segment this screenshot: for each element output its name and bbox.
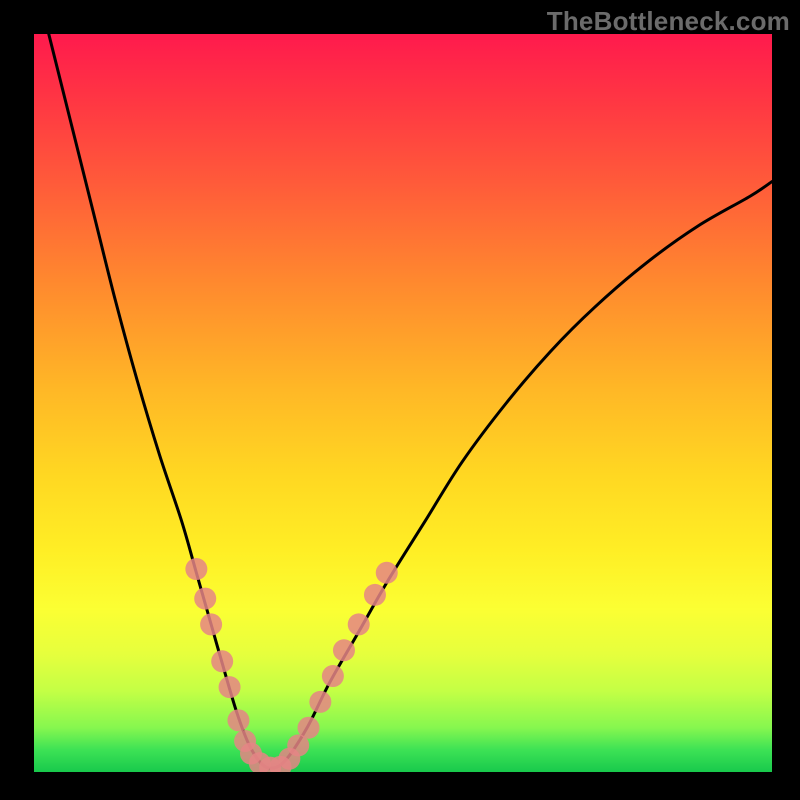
marker-dot — [364, 584, 386, 606]
marker-dot — [219, 676, 241, 698]
bottleneck-curve — [49, 34, 772, 768]
marker-dot — [322, 665, 344, 687]
marker-dot — [333, 639, 355, 661]
marker-dot — [194, 588, 216, 610]
marker-dot — [200, 613, 222, 635]
highlighted-points — [185, 558, 397, 772]
marker-dot — [211, 650, 233, 672]
marker-dot — [185, 558, 207, 580]
watermark-text: TheBottleneck.com — [547, 6, 790, 37]
chart-frame: TheBottleneck.com — [0, 0, 800, 800]
plot-area — [34, 34, 772, 772]
marker-dot — [376, 562, 398, 584]
marker-dot — [298, 717, 320, 739]
marker-dot — [309, 691, 331, 713]
marker-dot — [348, 613, 370, 635]
marker-dot — [227, 709, 249, 731]
curve-svg — [34, 34, 772, 772]
